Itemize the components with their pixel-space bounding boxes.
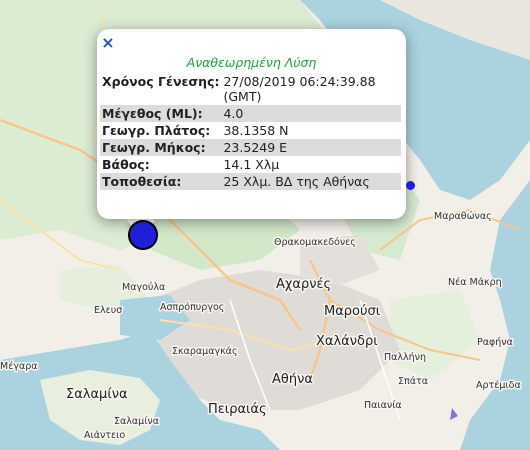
place-label: Ασπρόπυργος <box>160 302 224 313</box>
place-label: Σαλαμίνα <box>114 416 159 427</box>
place-label: Μαρούσι <box>324 304 380 319</box>
place-label: Μαραθώνας <box>434 211 492 222</box>
info-key: Χρόνος Γένεσης: <box>102 74 220 89</box>
info-key: Γεωγρ. Μήκος: <box>100 139 222 156</box>
info-value: 4.0 <box>221 105 401 122</box>
popup-title: Αναθεωρημένη Λύση <box>186 55 317 70</box>
table-row: Μέγεθος (ML): 4.0 <box>100 105 401 122</box>
place-label: Αιάντειο <box>84 430 125 441</box>
info-value: 25 Χλμ. ΒΔ της Αθήνας <box>221 173 401 190</box>
place-label: Παιανία <box>364 400 402 411</box>
place-label: Αρτέμιδα <box>476 380 521 391</box>
earthquake-info-table: Χρόνος Γένεσης: 27/08/2019 06:24:39.88 (… <box>100 73 401 190</box>
info-value: 38.1358 N <box>223 123 289 138</box>
place-label: Σπάτα <box>398 376 428 387</box>
info-value: 14.1 Χλμ <box>223 157 280 172</box>
table-row: Γεωγρ. Πλάτος: 38.1358 N <box>100 122 401 139</box>
place-label: Πειραιάς <box>208 402 267 417</box>
place-label: Σκαραμαγκάς <box>172 346 238 357</box>
earthquake-marker-small[interactable] <box>406 181 415 190</box>
place-label: Θρακομακεδόνες <box>274 237 356 248</box>
place-label: Αχαρνές <box>276 277 331 292</box>
info-key: Τοποθεσία: <box>100 173 222 190</box>
place-label: Αθήνα <box>272 372 313 387</box>
table-row: Βάθος: 14.1 Χλμ <box>100 156 401 173</box>
place-label: Ραφήνα <box>477 337 513 348</box>
place-label: Παλλήνη <box>384 352 426 363</box>
place-label: Χαλάνδρι <box>316 334 378 349</box>
close-icon[interactable]: × <box>100 35 116 51</box>
info-key: Γεωγρ. Πλάτος: <box>102 123 211 138</box>
place-label: Ελευσ <box>94 305 122 316</box>
earthquake-marker[interactable] <box>128 220 158 250</box>
place-label: Μαγούλα <box>122 282 165 293</box>
table-row: Χρόνος Γένεσης: 27/08/2019 06:24:39.88 (… <box>100 73 401 105</box>
info-value: 23.5249 E <box>221 139 401 156</box>
place-label: Μέγαρα <box>0 361 38 372</box>
info-value: 27/08/2019 06:24:39.88 (GMT) <box>223 74 376 104</box>
table-row: Τοποθεσία: 25 Χλμ. ΒΔ της Αθήνας <box>100 173 401 190</box>
table-row: Γεωγρ. Μήκος: 23.5249 E <box>100 139 401 156</box>
place-label: Σαλαμίνα <box>66 387 128 402</box>
place-label: Νέα Μάκρη <box>448 277 502 288</box>
info-key: Βάθος: <box>102 157 150 172</box>
info-key: Μέγεθος (ML): <box>100 105 222 122</box>
